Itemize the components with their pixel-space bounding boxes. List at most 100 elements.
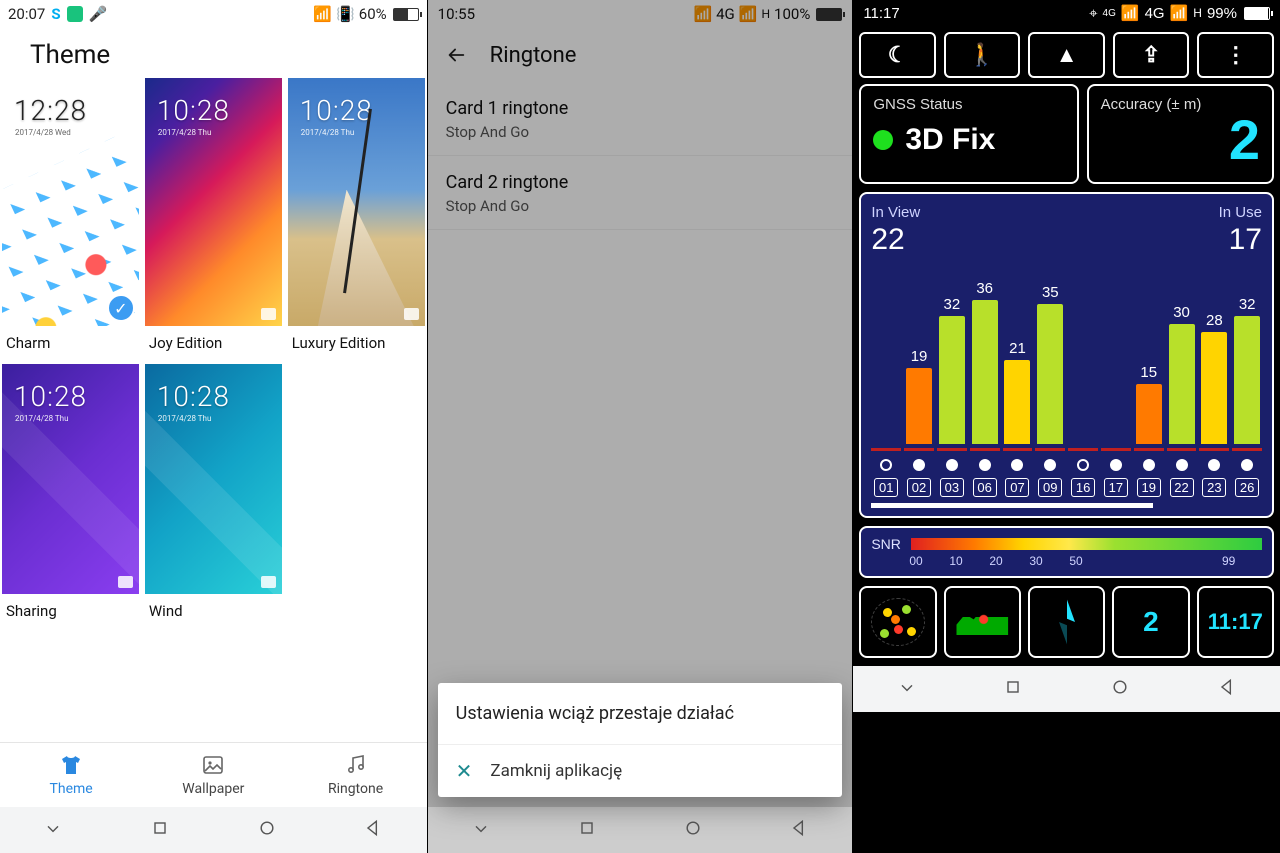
nav-recent-icon[interactable] xyxy=(577,818,597,842)
wifi-icon: 📶 xyxy=(313,5,332,23)
nav-back-icon[interactable] xyxy=(789,818,809,842)
walk-button[interactable]: 🚶 xyxy=(944,32,1021,78)
battery-pct: 60% xyxy=(359,5,387,23)
share-icon: ⇪ xyxy=(1142,42,1160,68)
sky-plot-widget[interactable] xyxy=(859,586,936,658)
sky-sats xyxy=(861,588,934,656)
thumb-clock: 10:28 xyxy=(300,94,373,127)
shirt-icon xyxy=(59,753,83,777)
thumb-date: 2017/4/28 Thu xyxy=(158,414,212,423)
theme-card-luxury[interactable]: 10:28 2017/4/28 Thu Luxury Edition xyxy=(288,78,425,358)
ringtone-screen: 10:55 📶 4G 📶 H 100% Ringtone Card 1 ring… xyxy=(427,0,854,853)
theme-name: Charm xyxy=(2,326,139,358)
sat-bar-22: 3022 xyxy=(1167,324,1197,497)
vibrate-icon: 📳 xyxy=(336,5,355,23)
thumb-date: 2017/4/28 Thu xyxy=(301,128,355,137)
tab-wallpaper[interactable]: Wallpaper xyxy=(142,743,284,807)
sat-bar-07: 2107 xyxy=(1003,360,1033,497)
thumb-clock: 10:28 xyxy=(14,380,87,413)
sat-bar-01: 01 xyxy=(871,444,901,497)
accuracy-widget[interactable]: 2 xyxy=(1112,586,1189,658)
sat-bar-26: 3226 xyxy=(1232,316,1262,497)
theme-card-sharing[interactable]: 10:28 2017/4/28 Thu Sharing xyxy=(2,364,139,626)
widget-time: 11:17 xyxy=(1208,609,1263,635)
gnss-status-card[interactable]: GNSS Status 3D Fix xyxy=(859,84,1078,184)
scroll-indicator xyxy=(871,503,1262,508)
in-use-label: In Use xyxy=(1219,204,1262,221)
nav-expand-icon[interactable] xyxy=(471,818,491,842)
dialog-action-label: Zamknij aplikację xyxy=(490,761,622,781)
nav-recent-icon[interactable] xyxy=(1003,677,1023,702)
tab-ringtone[interactable]: Ringtone xyxy=(284,743,426,807)
nav-expand-icon[interactable] xyxy=(897,677,917,702)
net-label: 4G xyxy=(1145,5,1165,22)
widget-big-number: 2 xyxy=(1143,606,1159,638)
status-bar: 20:07 S 🎤 📶 📳 60% xyxy=(0,0,427,28)
fix-indicator-dot xyxy=(873,130,893,150)
selected-check-icon: ✓ xyxy=(107,294,135,322)
share-button[interactable]: ⇪ xyxy=(1113,32,1190,78)
thumb-clock: 10:28 xyxy=(157,380,230,413)
signal-icon: 📶 xyxy=(1170,4,1189,22)
world-map-widget[interactable] xyxy=(944,586,1021,658)
nav-home-icon[interactable] xyxy=(257,818,277,842)
sat-bar-06: 3606 xyxy=(970,300,1000,497)
card-header: GNSS Status xyxy=(873,96,1064,113)
battery-icon xyxy=(1244,7,1270,20)
battery-icon xyxy=(393,8,419,21)
camera-icon xyxy=(261,576,276,588)
nav-back-icon[interactable] xyxy=(1217,677,1237,702)
fix-status-text: 3D Fix xyxy=(905,123,995,157)
toolbar: ☾ 🚶 ▲ ⇪ ⋮ xyxy=(853,26,1280,84)
theme-name: Sharing xyxy=(2,594,139,626)
battery-pct: 99% xyxy=(1207,5,1237,22)
theme-card-charm[interactable]: 12:28 2017/4/28 Wed ✓ Charm xyxy=(2,78,139,358)
theme-picker-screen: 20:07 S 🎤 📶 📳 60% Theme 12:28 2017/4/28 … xyxy=(0,0,427,853)
mic-icon: 🎤 xyxy=(89,5,108,23)
dialog-close-action[interactable]: ✕ Zamknij aplikację xyxy=(438,744,843,797)
signal-icon: 📶 xyxy=(1121,4,1140,22)
satellite-bar-chart[interactable]: In View22 In Use17 011902320336062107350… xyxy=(859,192,1274,518)
theme-card-joy[interactable]: 10:28 2017/4/28 Thu Joy Edition xyxy=(145,78,282,358)
image-icon xyxy=(201,753,225,777)
tab-theme[interactable]: Theme xyxy=(0,743,142,807)
android-navbar xyxy=(0,807,427,853)
skype-icon: S xyxy=(51,5,60,23)
sat-bar-09: 3509 xyxy=(1035,304,1065,497)
nav-expand-icon[interactable] xyxy=(43,818,63,842)
status-bar: 11:17 ⌖ 4G 📶 4G 📶 H 99% xyxy=(853,0,1280,26)
compass-widget[interactable] xyxy=(1028,586,1105,658)
nav-recent-icon[interactable] xyxy=(150,818,170,842)
bottom-tabs: Theme Wallpaper Ringtone xyxy=(0,742,427,807)
night-mode-button[interactable]: ☾ xyxy=(859,32,936,78)
camera-icon xyxy=(118,576,133,588)
thumb-clock: 12:28 xyxy=(14,94,87,127)
sat-bar-03: 3203 xyxy=(937,316,967,497)
accuracy-card[interactable]: Accuracy (± m) 2 xyxy=(1087,84,1274,184)
theme-card-wind[interactable]: 10:28 2017/4/28 Thu Wind xyxy=(145,364,282,626)
in-use-count: 17 xyxy=(1219,223,1262,257)
android-navbar xyxy=(853,666,1280,712)
close-icon: ✕ xyxy=(456,759,473,783)
dialog-message: Ustawienia wciąż przestaje działać xyxy=(438,683,843,744)
sat-bar-23: 2823 xyxy=(1199,332,1229,497)
tab-label: Theme xyxy=(50,781,93,797)
android-navbar xyxy=(428,807,853,853)
snr-legend-card[interactable]: SNR 001020305099 xyxy=(859,526,1274,578)
nav-button[interactable]: ▲ xyxy=(1028,32,1105,78)
thumb-date: 2017/4/28 Wed xyxy=(15,128,71,137)
nav-back-icon[interactable] xyxy=(363,818,383,842)
overflow-button[interactable]: ⋮ xyxy=(1197,32,1274,78)
bottom-widget-row: 2 11:17 xyxy=(853,578,1280,666)
nav-home-icon[interactable] xyxy=(1110,677,1130,702)
gnss-status-screen: 11:17 ⌖ 4G 📶 4G 📶 H 99% ☾ 🚶 ▲ ⇪ ⋮ GNSS S… xyxy=(853,0,1280,853)
tab-label: Wallpaper xyxy=(182,781,244,797)
nav-home-icon[interactable] xyxy=(683,818,703,842)
snr-ticks: 001020305099 xyxy=(871,554,1262,568)
arrow-up-icon: ▲ xyxy=(1056,42,1078,68)
music-icon xyxy=(344,753,368,777)
clock-widget[interactable]: 11:17 xyxy=(1197,586,1274,658)
tab-label: Ringtone xyxy=(328,781,383,797)
thumb-date: 2017/4/28 Thu xyxy=(15,414,69,423)
page-title: Theme xyxy=(0,28,427,78)
